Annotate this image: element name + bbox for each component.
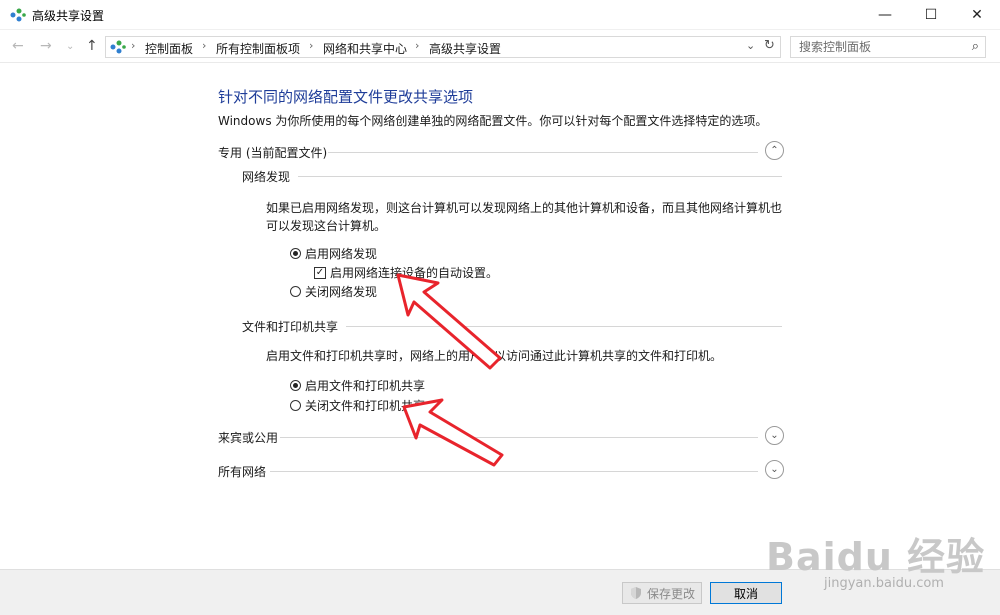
checkbox-checked-icon[interactable]: ✓ — [314, 266, 326, 279]
radio-selected-icon[interactable] — [290, 248, 301, 259]
cancel-button[interactable]: 取消 — [710, 582, 782, 604]
section-all-networks[interactable]: 所有网络 ⌄ — [218, 460, 784, 480]
radio-unselected-icon[interactable] — [290, 286, 301, 297]
expand-chevron-icon[interactable]: ⌄ — [765, 426, 784, 445]
page-description: Windows 为你所使用的每个网络创建单独的网络配置文件。你可以针对每个配置文… — [218, 114, 768, 128]
radio-disable-file-sharing[interactable]: 关闭文件和打印机共享 — [290, 397, 425, 414]
forward-arrow-icon[interactable]: → — [40, 38, 52, 54]
file-sharing-label: 文件和打印机共享 — [242, 318, 345, 335]
network-discovery-label: 网络发现 — [242, 168, 297, 185]
uac-shield-icon — [630, 587, 641, 599]
section-private-label: 专用 (当前配置文件) — [218, 144, 334, 161]
maximize-button[interactable]: ☐ — [908, 0, 954, 30]
breadcrumb-separator[interactable]: › — [415, 39, 419, 52]
search-box[interactable]: ⌕ — [790, 36, 986, 58]
radio-enable-file-sharing-label[interactable]: 启用文件和打印机共享 — [305, 377, 425, 394]
radio-enable-discovery-label[interactable]: 启用网络发现 — [305, 245, 377, 262]
section-private-profile[interactable]: 专用 (当前配置文件) ⌃ — [218, 141, 784, 161]
file-sharing-text: 启用文件和打印机共享时，网络上的用户可以访问通过此计算机共享的文件和打印机。 — [266, 349, 723, 363]
subsection-file-sharing: 文件和打印机共享 — [242, 318, 782, 335]
breadcrumb-all-items[interactable]: 所有控制面板项 — [216, 40, 300, 57]
window-title: 高级共享设置 — [32, 9, 105, 23]
page-title: 针对不同的网络配置文件更改共享选项 — [218, 88, 474, 106]
radio-unselected-icon[interactable] — [290, 400, 301, 411]
recent-locations-chevron-icon[interactable]: ⌄ — [66, 41, 74, 52]
network-discovery-text: 如果已启用网络发现，则这台计算机可以发现网络上的其他计算机和设备，而且其他网络计… — [266, 201, 783, 233]
radio-enable-file-sharing[interactable]: 启用文件和打印机共享 — [290, 377, 425, 394]
section-divider — [280, 437, 758, 438]
up-arrow-icon[interactable]: ↑ — [86, 38, 98, 54]
address-bar[interactable]: › 控制面板 › 所有控制面板项 › 网络和共享中心 › 高级共享设置 ⌄ ↻ — [105, 36, 781, 58]
subsection-network-discovery: 网络发现 — [242, 168, 782, 185]
network-app-icon — [10, 8, 26, 22]
radio-selected-icon[interactable] — [290, 380, 301, 391]
minimize-button[interactable]: — — [862, 0, 908, 30]
section-all-networks-label: 所有网络 — [218, 463, 273, 480]
address-dropdown-icon[interactable]: ⌄ — [746, 39, 755, 52]
radio-disable-discovery-label[interactable]: 关闭网络发现 — [305, 283, 377, 300]
search-icon[interactable]: ⌕ — [972, 39, 979, 54]
radio-disable-file-sharing-label[interactable]: 关闭文件和打印机共享 — [305, 397, 425, 414]
section-divider — [270, 471, 758, 472]
network-location-icon — [110, 40, 126, 54]
dialog-footer: 保存更改 取消 — [0, 569, 1000, 615]
navigation-bar: ← → ⌄ ↑ › 控制面板 › 所有控制面板项 › 网络和共享中心 › 高级共… — [0, 30, 1000, 63]
breadcrumb-separator[interactable]: › — [131, 39, 135, 52]
back-arrow-icon[interactable]: ← — [12, 38, 24, 54]
checkbox-auto-setup[interactable]: ✓ 启用网络连接设备的自动设置。 — [314, 264, 498, 281]
breadcrumb-network-center[interactable]: 网络和共享中心 — [323, 40, 407, 57]
title-bar: 高级共享设置 — ☐ ✕ — [0, 0, 1000, 30]
breadcrumb-separator[interactable]: › — [309, 39, 313, 52]
save-changes-button[interactable]: 保存更改 — [622, 582, 702, 604]
subsection-divider — [298, 176, 782, 177]
expand-chevron-icon[interactable]: ⌄ — [765, 460, 784, 479]
refresh-icon[interactable]: ↻ — [764, 38, 775, 53]
breadcrumb-separator[interactable]: › — [202, 39, 206, 52]
subsection-divider — [346, 326, 782, 327]
section-divider — [328, 152, 758, 153]
save-changes-label[interactable]: 保存更改 — [647, 585, 695, 602]
radio-enable-discovery[interactable]: 启用网络发现 — [290, 245, 377, 262]
checkbox-auto-setup-label[interactable]: 启用网络连接设备的自动设置。 — [330, 264, 498, 281]
annotation-arrows — [396, 273, 504, 467]
collapse-chevron-icon[interactable]: ⌃ — [765, 141, 784, 160]
section-guest-public-label: 来宾或公用 — [218, 429, 285, 446]
search-input[interactable] — [791, 37, 951, 57]
section-guest-public[interactable]: 来宾或公用 ⌄ — [218, 426, 784, 446]
breadcrumb-control-panel[interactable]: 控制面板 — [145, 40, 193, 57]
breadcrumb-advanced-sharing[interactable]: 高级共享设置 — [429, 40, 501, 57]
radio-disable-discovery[interactable]: 关闭网络发现 — [290, 283, 377, 300]
close-button[interactable]: ✕ — [954, 0, 1000, 30]
